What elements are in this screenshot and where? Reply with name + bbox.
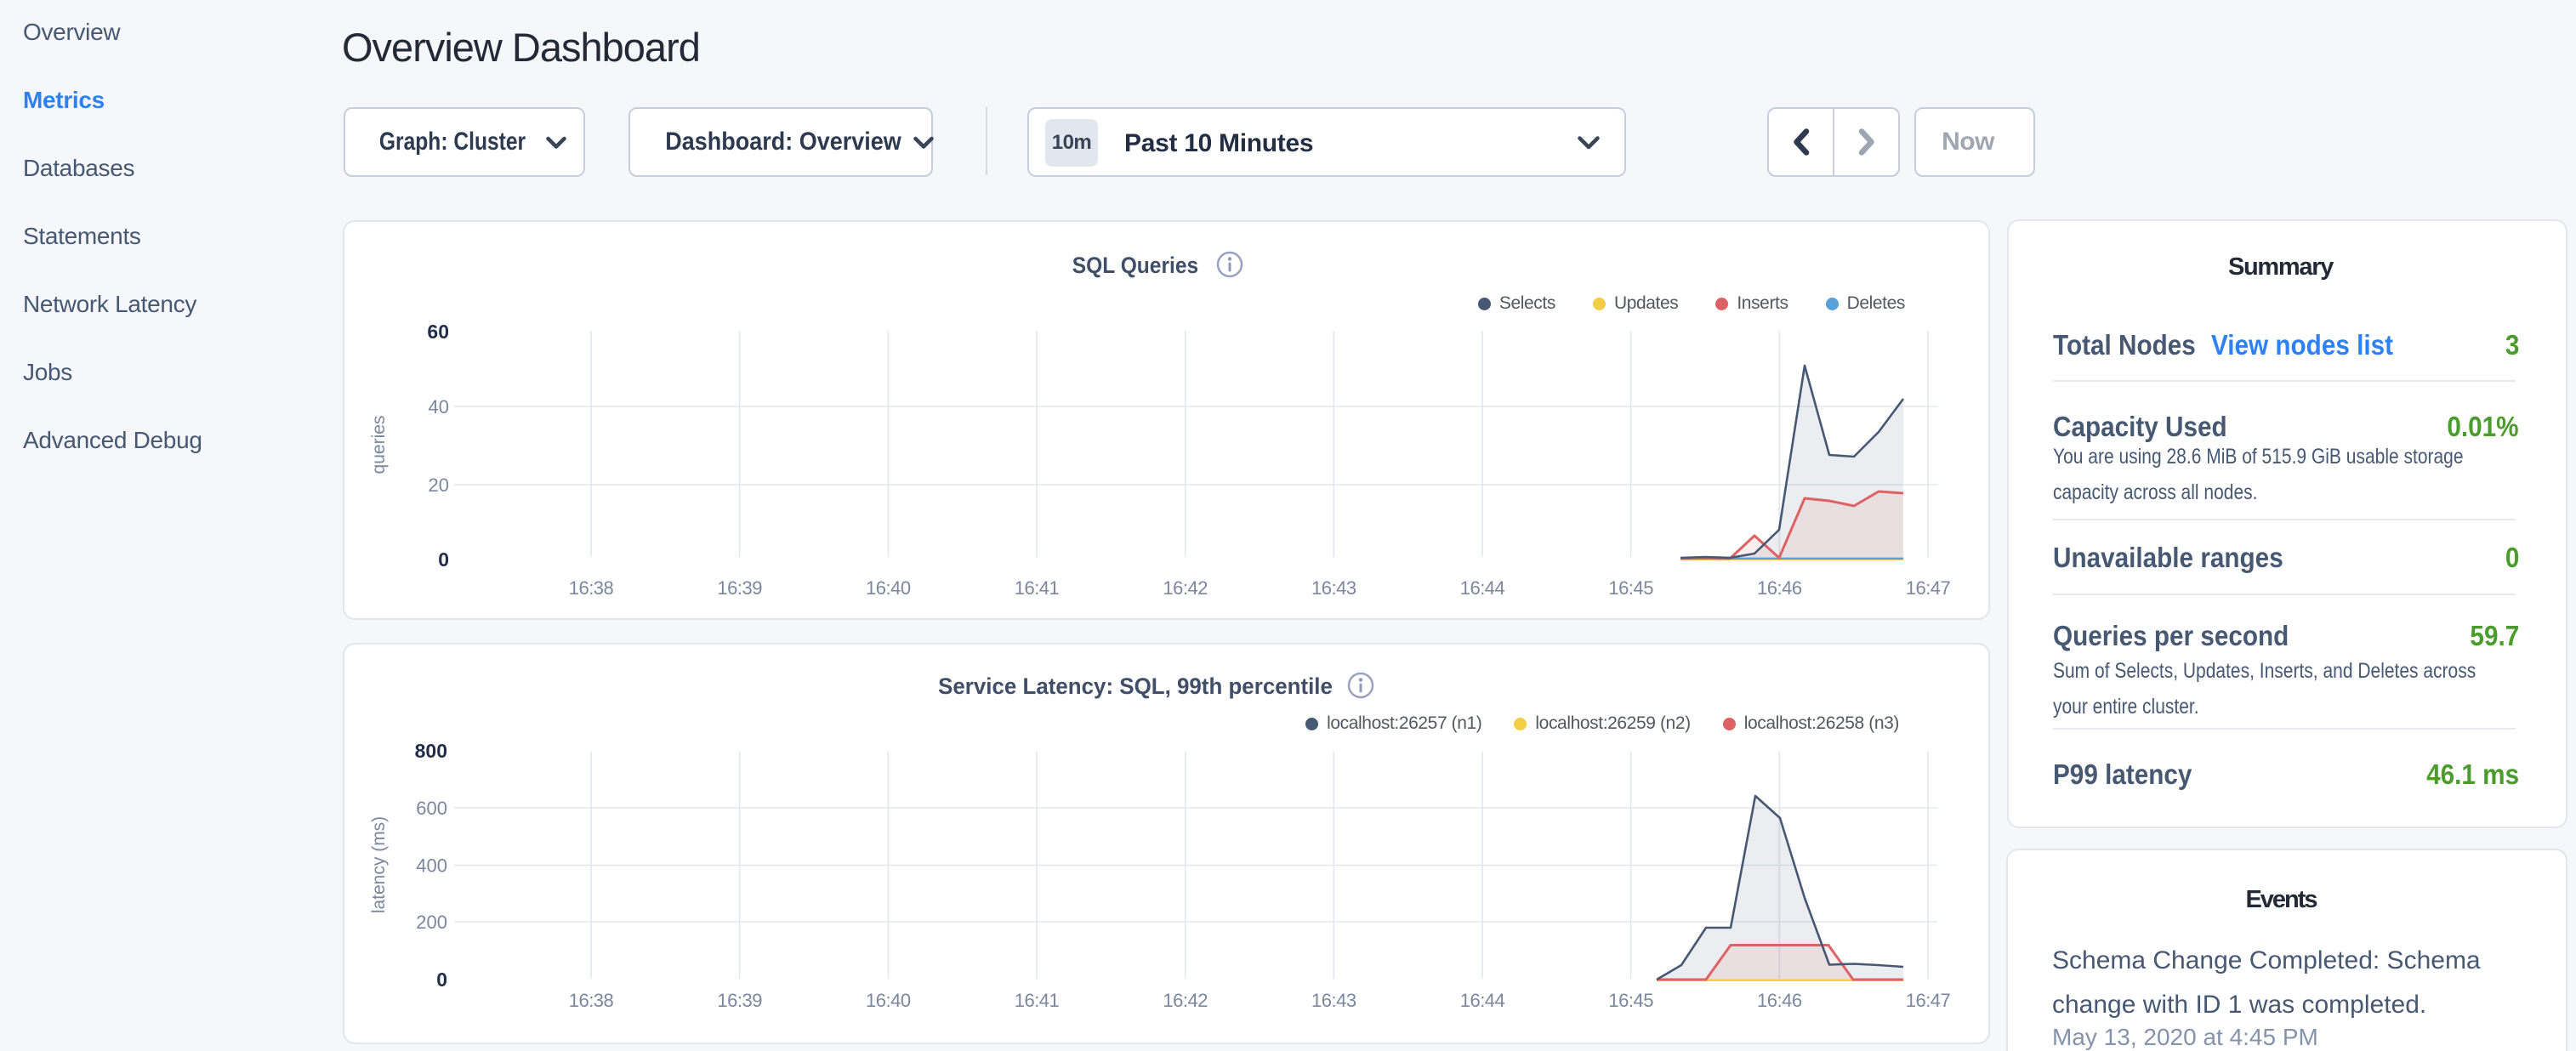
svg-text:200: 200 — [416, 912, 447, 933]
svg-text:16:43: 16:43 — [1311, 577, 1356, 599]
svg-text:40: 40 — [429, 396, 449, 418]
svg-text:16:39: 16:39 — [717, 990, 762, 1011]
svg-text:800: 800 — [415, 740, 447, 762]
svg-text:400: 400 — [416, 855, 447, 877]
svg-text:16:40: 16:40 — [866, 577, 911, 599]
svg-text:16:45: 16:45 — [1608, 990, 1653, 1011]
svg-text:16:40: 16:40 — [866, 990, 911, 1011]
svg-text:16:42: 16:42 — [1163, 990, 1208, 1011]
svg-text:16:39: 16:39 — [717, 577, 762, 599]
svg-text:16:41: 16:41 — [1015, 577, 1060, 599]
svg-text:queries: queries — [369, 416, 389, 474]
svg-text:16:47: 16:47 — [1906, 577, 1951, 599]
svg-text:0: 0 — [438, 548, 449, 571]
svg-text:16:46: 16:46 — [1757, 577, 1802, 599]
svg-text:20: 20 — [429, 474, 449, 496]
svg-text:16:38: 16:38 — [569, 990, 614, 1011]
svg-text:16:38: 16:38 — [569, 577, 614, 599]
svg-text:16:42: 16:42 — [1163, 577, 1208, 599]
svg-text:600: 600 — [416, 798, 447, 819]
svg-text:16:43: 16:43 — [1311, 990, 1356, 1011]
svg-text:16:46: 16:46 — [1757, 990, 1802, 1011]
svg-text:16:44: 16:44 — [1460, 577, 1505, 599]
svg-text:latency (ms): latency (ms) — [369, 816, 389, 913]
svg-text:16:47: 16:47 — [1906, 990, 1951, 1011]
svg-text:60: 60 — [427, 321, 449, 343]
svg-text:0: 0 — [436, 969, 447, 991]
svg-text:16:41: 16:41 — [1015, 990, 1060, 1011]
svg-text:16:44: 16:44 — [1460, 990, 1505, 1011]
svg-text:16:45: 16:45 — [1608, 577, 1653, 599]
